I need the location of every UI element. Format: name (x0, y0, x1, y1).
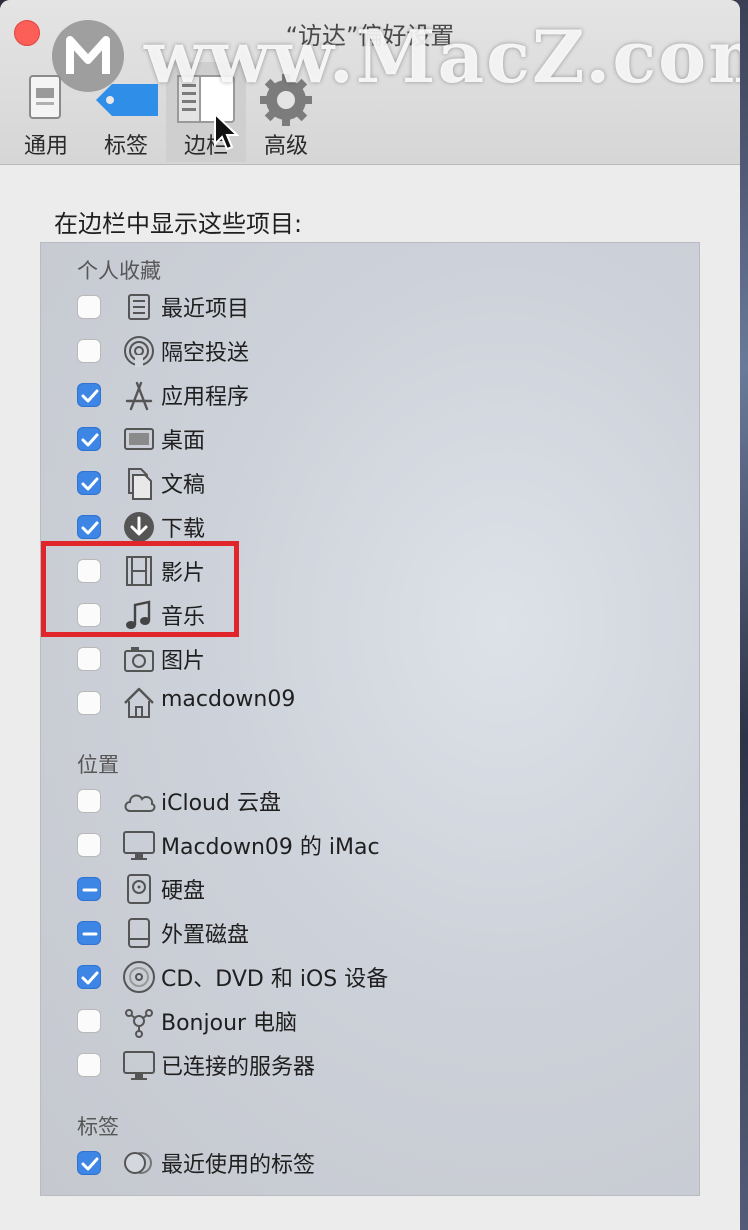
item-label: 下载 (161, 517, 206, 542)
item-label: 最近使用的标签 (161, 1153, 316, 1178)
checkbox[interactable] (77, 427, 101, 451)
section-heading: 在边栏中显示这些项目: (54, 210, 303, 238)
item-label: Macdown09 的 iMac (161, 835, 380, 860)
toolbar: “访达”偏好设置 通用 标签 边栏 高级 www.MacZ.com (0, 0, 740, 165)
checkbox[interactable] (77, 647, 101, 671)
list-item-applications[interactable]: 应用程序 (77, 375, 677, 415)
hard-disk-icon (127, 874, 151, 904)
list-item-airdrop[interactable]: 隔空投送 (77, 331, 677, 371)
external-disk-icon (128, 918, 150, 948)
tags-icon (124, 1152, 152, 1174)
list-item-pictures[interactable]: 图片 (77, 639, 677, 679)
sidebar-items-list: 个人收藏 最近项目 隔空投送 应用程序 桌面 文稿 下载 影片 音乐 图片 ma… (40, 242, 700, 1196)
item-label: CD、DVD 和 iOS 设备 (161, 967, 389, 992)
airdrop-icon (124, 336, 154, 367)
list-item-imac[interactable]: Macdown09 的 iMac (77, 825, 677, 865)
item-label: iCloud 云盘 (161, 791, 281, 816)
checkbox[interactable] (77, 921, 101, 945)
recents-icon (128, 294, 150, 320)
list-item-recent-tags[interactable]: 最近使用的标签 (77, 1143, 677, 1183)
group-header-tags: 标签 (77, 1115, 119, 1139)
list-item-documents[interactable]: 文稿 (77, 463, 677, 503)
list-item-hard-disk[interactable]: 硬盘 (77, 869, 677, 909)
list-item-bonjour[interactable]: Bonjour 电脑 (77, 1001, 677, 1041)
item-label: 已连接的服务器 (161, 1055, 316, 1080)
icloud-icon (124, 794, 156, 812)
desktop-icon (124, 428, 154, 450)
item-label: 最近项目 (161, 297, 250, 322)
list-item-desktop[interactable]: 桌面 (77, 419, 677, 459)
watermark-logo (52, 20, 124, 92)
bonjour-icon (125, 1009, 153, 1038)
list-item-icloud[interactable]: iCloud 云盘 (77, 781, 677, 821)
list-item-optical[interactable]: CD、DVD 和 iOS 设备 (77, 957, 677, 997)
checkbox[interactable] (77, 339, 101, 363)
checkbox[interactable] (77, 877, 101, 901)
optical-disc-icon (123, 961, 155, 993)
list-item-home[interactable]: macdown09 (77, 683, 677, 723)
tab-label: 标签 (103, 134, 148, 159)
tab-label: 高级 (263, 134, 308, 159)
list-item-recents[interactable]: 最近项目 (77, 287, 677, 327)
checkbox[interactable] (77, 1151, 101, 1175)
group-header-favorites: 个人收藏 (77, 259, 161, 283)
checkbox[interactable] (77, 833, 101, 857)
checkbox[interactable] (77, 789, 101, 813)
pictures-icon (124, 647, 154, 672)
item-label: 隔空投送 (161, 341, 250, 366)
checkbox[interactable] (77, 515, 101, 539)
checkbox[interactable] (77, 471, 101, 495)
item-label: 文稿 (161, 473, 206, 498)
annotation-highlight-box (41, 541, 239, 637)
item-label: Bonjour 电脑 (161, 1011, 298, 1036)
checkbox[interactable] (77, 691, 101, 715)
checkbox[interactable] (77, 1053, 101, 1077)
documents-icon (128, 468, 152, 500)
imac-icon (123, 831, 155, 860)
watermark: www.MacZ.com (44, 14, 740, 102)
checkbox[interactable] (77, 1009, 101, 1033)
mouse-cursor-icon (214, 112, 239, 151)
applications-icon (125, 381, 153, 411)
item-label: 外置磁盘 (161, 923, 250, 948)
checkbox[interactable] (77, 295, 101, 319)
group-header-locations: 位置 (77, 753, 119, 777)
item-label: 应用程序 (161, 385, 250, 410)
finder-preferences-window: “访达”偏好设置 通用 标签 边栏 高级 www.MacZ.com 在边栏中显示… (0, 0, 740, 1230)
server-icon (123, 1051, 155, 1080)
home-icon (124, 687, 154, 718)
watermark-text: www.MacZ.com (144, 14, 740, 99)
item-label: 硬盘 (161, 879, 206, 904)
list-item-servers[interactable]: 已连接的服务器 (77, 1045, 677, 1085)
checkbox[interactable] (77, 383, 101, 407)
item-label: 桌面 (161, 429, 206, 454)
item-label: macdown09 (161, 687, 296, 712)
list-item-external-disk[interactable]: 外置磁盘 (77, 913, 677, 953)
downloads-icon (124, 512, 154, 542)
item-label: 图片 (161, 649, 206, 674)
tab-label: 通用 (23, 134, 68, 159)
checkbox[interactable] (77, 965, 101, 989)
